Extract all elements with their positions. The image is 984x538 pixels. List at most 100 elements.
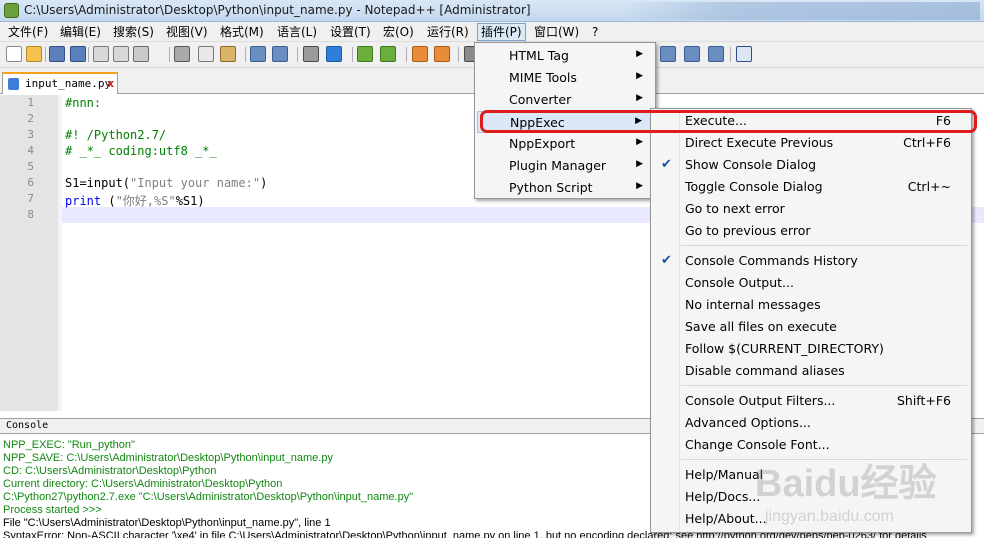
nppexec-item-follow-current-directory[interactable]: Follow $(CURRENT_DIRECTORY) [653,338,969,360]
plugins-item-python-script[interactable]: Python Script ▶ [477,177,653,199]
zoom-in-icon[interactable] [357,46,373,62]
menu-item-label: NppExport [509,136,576,151]
fold-margin [58,95,62,411]
undo-icon[interactable] [250,46,266,62]
code-token: %S1) [175,194,205,208]
menu-item-label: Go to next error [685,201,785,216]
open-file-icon[interactable] [26,46,42,62]
toolbar-separator [169,47,170,62]
background-window-tabs [620,2,980,20]
line-number-gutter: 1 2 3 4 5 6 7 8 [0,95,58,411]
nppexec-item-show-console-dialog[interactable]: ✔ Show Console Dialog [653,154,969,176]
tab-input-name-py[interactable]: input_name.py x [2,72,118,94]
close-tab-icon[interactable]: x [107,77,117,90]
menu-item-label: Console Commands History [685,253,858,268]
nppexec-item-direct-execute-previous[interactable]: Direct Execute Previous Ctrl+F6 [653,132,969,154]
nppexec-submenu: Execute... F6 Direct Execute Previous Ctrl+… [650,108,972,533]
nppexec-item-change-console-font[interactable]: Change Console Font... [653,434,969,456]
code-line[interactable]: #nnn: [65,96,101,110]
nppexec-item-go-to-next-error[interactable]: Go to next error [653,198,969,220]
code-line[interactable]: S1=input("Input your name:") [65,176,267,190]
plugins-item-mime-tools[interactable]: MIME Tools ▶ [477,67,653,89]
print-icon[interactable] [133,46,149,62]
close-icon[interactable] [93,46,109,62]
plugins-item-nppexport[interactable]: NppExport ▶ [477,133,653,155]
console-line: C:\Python27\python2.7.exe "C:\Users\Admi… [3,491,414,503]
replace-icon[interactable] [326,46,342,62]
menu-2[interactable]: 编辑(E) [57,24,104,40]
menu-5[interactable]: 格式(M) [217,24,267,40]
console-line: Process started >>> [3,504,102,516]
console-line: File "C:\Users\Administrator\Desktop\Pyt… [3,517,331,529]
find-icon[interactable] [303,46,319,62]
line-number: 8 [27,208,34,221]
nppexec-item-toggle-console-dialog[interactable]: Toggle Console Dialog Ctrl+~ [653,176,969,198]
menu-item-label: Disable command aliases [685,363,845,378]
nppexec-item-save-all-files-on-execute[interactable]: Save all files on execute [653,316,969,338]
console-line: CD: C:\Users\Administrator\Desktop\Pytho… [3,465,217,477]
nppexec-item-console-output-filters[interactable]: Console Output Filters... Shift+F6 [653,390,969,412]
menu-item-label: Python Script [509,180,593,195]
menu-8[interactable]: 宏(O) [380,24,417,40]
console-line: NPP_EXEC: "Run_python" [3,439,135,451]
macro-save-icon[interactable] [708,46,724,62]
menu-7[interactable]: 设置(T) [327,24,374,40]
menu-item-shortcut: Ctrl+F6 [903,135,951,150]
new-file-icon[interactable] [6,46,22,62]
code-token: ( [101,194,116,208]
nppexec-item-advanced-options[interactable]: Advanced Options... [653,412,969,434]
nppexec-item-console-output[interactable]: Console Output... [653,272,969,294]
nppexec-item-console-commands-history[interactable]: ✔ Console Commands History [653,250,969,272]
copy-icon[interactable] [198,46,214,62]
code-token: print [65,194,102,208]
menu-item-label: No internal messages [685,297,821,312]
checkmark-icon: ✔ [661,253,672,268]
menu-item-label: Change Console Font... [685,437,830,452]
save-icon[interactable] [49,46,65,62]
line-number: 7 [27,192,34,205]
line-number: 2 [27,112,34,125]
sync-v-icon[interactable] [412,46,428,62]
save-all-icon[interactable] [70,46,86,62]
plugins-item-html-tag[interactable]: HTML Tag ▶ [477,45,653,67]
nppexec-item-go-to-previous-error[interactable]: Go to previous error [653,220,969,242]
code-line[interactable]: print ("你好,%S"%S1) [65,192,205,209]
menu-separator [681,459,967,460]
macro-play-icon[interactable] [660,46,676,62]
nppexec-item-disable-command-aliases[interactable]: Disable command aliases [653,360,969,382]
sync-h-icon[interactable] [434,46,450,62]
plugins-item-converter[interactable]: Converter ▶ [477,89,653,111]
close-all-icon[interactable] [113,46,129,62]
console-line: Current directory: C:\Users\Administrato… [3,478,283,490]
redo-icon[interactable] [272,46,288,62]
code-token: # _*_ coding:utf8 _*_ [65,144,217,158]
console-toggle-icon[interactable] [736,46,752,62]
menu-item-label: Direct Execute Previous [685,135,834,150]
menu-3[interactable]: 搜索(S) [110,24,157,40]
toolbar-separator [406,47,407,62]
console-title: Console [6,420,49,431]
menu-4[interactable]: 视图(V) [163,24,211,40]
code-line[interactable]: # _*_ coding:utf8 _*_ [65,144,217,158]
cut-icon[interactable] [174,46,190,62]
nppexec-item-no-internal-messages[interactable]: No internal messages [653,294,969,316]
nppexec-item-help-docs[interactable]: Help/Docs... [653,486,969,508]
macro-run-icon[interactable] [684,46,700,62]
menu-1[interactable]: 文件(F) [5,24,51,40]
menu-11[interactable]: 窗口(W) [531,24,582,40]
menu-item-label: Console Output... [685,275,794,290]
menu-9[interactable]: 运行(R) [424,24,472,40]
zoom-out-icon[interactable] [380,46,396,62]
menu-item-label: Advanced Options... [685,415,811,430]
menu-12[interactable]: ? [589,24,601,40]
toolbar-separator [458,47,459,62]
code-line[interactable]: #! /Python2.7/ [65,128,166,142]
nppexec-item-help-manual[interactable]: Help/Manual [653,464,969,486]
menu-10[interactable]: 插件(P) [477,23,526,41]
toolbar-separator [352,47,353,62]
red-highlight-annotation [480,110,977,133]
paste-icon[interactable] [220,46,236,62]
plugins-item-plugin-manager[interactable]: Plugin Manager ▶ [477,155,653,177]
menu-6[interactable]: 语言(L) [274,24,320,40]
nppexec-item-help-about[interactable]: Help/About... [653,508,969,530]
